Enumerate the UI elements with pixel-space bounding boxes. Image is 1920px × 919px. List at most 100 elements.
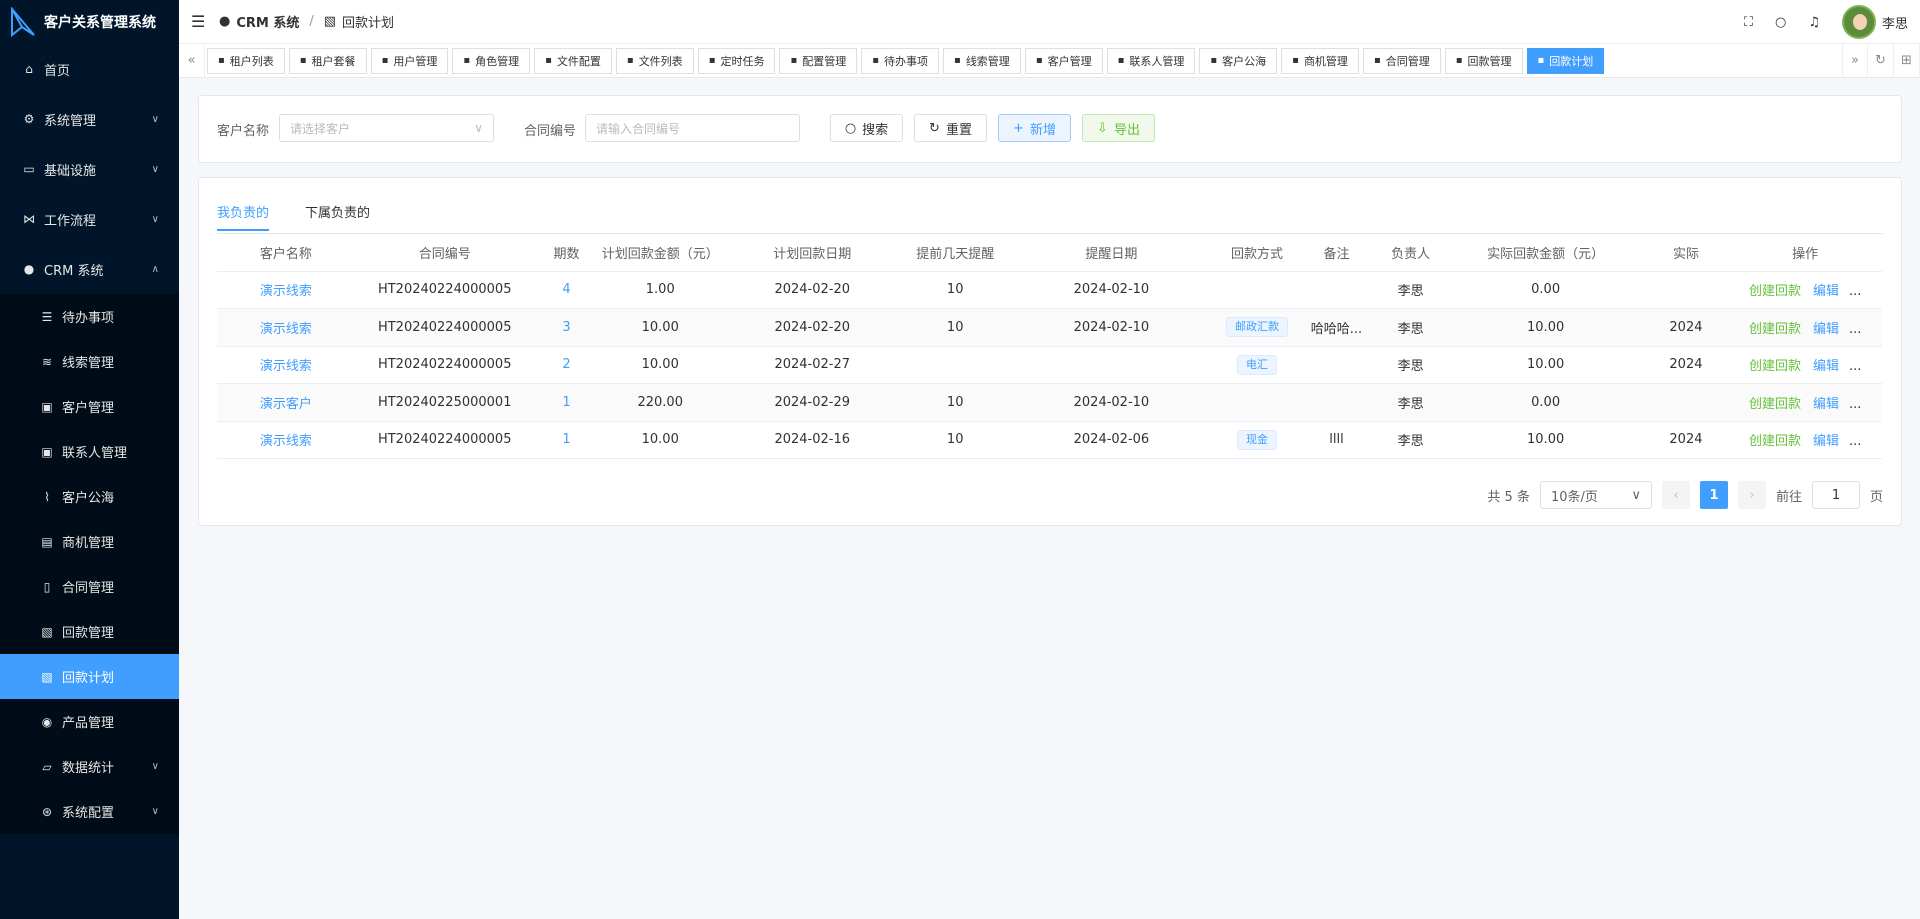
reset-button[interactable]: ↻ 重置 <box>914 114 987 142</box>
tag-5[interactable]: ▪ 文件列表 <box>615 47 694 74</box>
tag-9[interactable]: ▪ 线索管理 <box>943 47 1021 74</box>
fullscreen-icon[interactable]: ⛶ <box>1744 15 1753 30</box>
tag-10[interactable]: ▪ 客户管理 <box>1024 47 1103 74</box>
customer-value[interactable]: 演示线索 <box>260 284 312 299</box>
user-menu[interactable]: 李思 <box>1841 5 1908 39</box>
customer-value[interactable]: 演示线索 <box>260 322 312 337</box>
column-header: 操作 <box>1728 234 1882 272</box>
edit-link[interactable]: 编辑 <box>1813 359 1839 374</box>
table-body: 演示线索 HT20240224000005 4 1.00 2024-02-20 10 202… <box>217 271 1882 459</box>
add-button[interactable]: + 新增 <box>998 114 1071 142</box>
scroll-right-icon[interactable]: » <box>1842 43 1868 78</box>
bell-icon[interactable]: ♫ <box>1808 15 1820 30</box>
sidebar-item-infra[interactable]: ▭ 基础设施 ∨ <box>0 144 179 194</box>
edit-link[interactable]: 编辑 <box>1813 322 1839 337</box>
tag-7[interactable]: ▪ 配置管理 <box>779 47 858 74</box>
tag-15[interactable]: ▪ 回款管理 <box>1444 47 1523 74</box>
customer-select[interactable]: 请选择客户 ∨ <box>279 114 494 142</box>
avatar[interactable] <box>1841 5 1876 39</box>
menu-label: CRM 系统 <box>44 263 104 279</box>
tag-6[interactable]: ▪ 定时任务 <box>697 47 776 74</box>
contract-input[interactable]: 请输入合同编号 <box>585 114 800 142</box>
period-value[interactable]: 1 <box>562 395 570 410</box>
tab-mine[interactable]: 我负责的 <box>217 202 270 231</box>
app-logo[interactable]: 客户关系管理系统 <box>0 0 179 44</box>
customer-value[interactable]: 演示线索 <box>260 434 312 449</box>
create-receivable-link[interactable]: 创建回款 <box>1749 397 1801 412</box>
customer-value[interactable]: 演示线索 <box>260 359 312 374</box>
tag-3[interactable]: ▪ 角色管理 <box>452 47 531 74</box>
next-page-button[interactable]: › <box>1737 481 1766 509</box>
prev-page-button[interactable]: ‹ <box>1661 481 1690 509</box>
tag-2[interactable]: ▪ 用户管理 <box>370 47 449 74</box>
create-receivable-link[interactable]: 创建回款 <box>1749 322 1801 337</box>
sidebar-item-config[interactable]: ⊛ 系统配置 ∨ <box>0 789 179 834</box>
grid-icon[interactable]: ⊞ <box>1894 43 1920 78</box>
page-size-select[interactable]: 10条/页 ∨ <box>1539 481 1652 509</box>
tag-16[interactable]: ▪ 回款计划 <box>1526 47 1605 74</box>
scroll-left-icon[interactable]: « <box>179 43 205 78</box>
tag-8[interactable]: ▪ 待办事项 <box>861 47 940 74</box>
search-button[interactable]: ○ 搜索 <box>830 114 903 142</box>
cell-owner: 李思 <box>1373 346 1448 384</box>
tag-icon: ▪ <box>545 55 552 66</box>
column-header: 提前几天提醒 <box>902 234 1009 272</box>
edit-link[interactable]: 编辑 <box>1813 434 1839 449</box>
tab-subordinate[interactable]: 下属负责的 <box>305 202 370 231</box>
actual-value: 10.00 <box>1527 357 1565 373</box>
contract-placeholder: 请输入合同编号 <box>596 121 681 136</box>
sidebar-item-workflow[interactable]: ⋈ 工作流程 ∨ <box>0 194 179 244</box>
more-actions-icon[interactable]: ... <box>1849 359 1861 374</box>
period-value[interactable]: 4 <box>562 282 570 297</box>
create-receivable-link[interactable]: 创建回款 <box>1749 434 1801 449</box>
cell-amount: 10.00 <box>598 421 723 459</box>
tag-4[interactable]: ▪ 文件配置 <box>534 47 612 74</box>
sidebar-item-todo[interactable]: ☰ 待办事项 <box>0 294 179 339</box>
tag-1[interactable]: ▪ 租户套餐 <box>288 47 367 74</box>
sidebar-item-home[interactable]: ⌂ 首页 <box>0 44 179 94</box>
period-value[interactable]: 2 <box>562 357 570 372</box>
sidebar-item-pool[interactable]: ⌇ 客户公海 <box>0 474 179 519</box>
create-receivable-link[interactable]: 创建回款 <box>1749 284 1801 299</box>
sidebar-item-crm[interactable]: ● CRM 系统 ∧ <box>0 244 179 294</box>
more-actions-icon[interactable]: ... <box>1849 397 1861 412</box>
sidebar-item-receivable-plan[interactable]: ▧ 回款计划 <box>0 654 179 699</box>
sidebar-item-product[interactable]: ◉ 产品管理 <box>0 699 179 744</box>
period-value[interactable]: 1 <box>562 432 570 447</box>
sidebar-item-contacts[interactable]: ▣ 联系人管理 <box>0 429 179 474</box>
sidebar-item-leads[interactable]: ≋ 线索管理 <box>0 339 179 384</box>
more-actions-icon[interactable]: ... <box>1849 322 1861 337</box>
create-receivable-link[interactable]: 创建回款 <box>1749 359 1801 374</box>
goto-page-input[interactable]: 1 <box>1811 481 1860 509</box>
tag-11[interactable]: ▪ 联系人管理 <box>1106 47 1196 74</box>
search-icon[interactable]: ○ <box>1775 15 1786 30</box>
hamburger-icon[interactable]: ☰ <box>191 12 205 31</box>
more-actions-icon[interactable]: ... <box>1849 434 1861 449</box>
breadcrumb-item[interactable]: CRM 系统 <box>236 12 299 31</box>
more-actions-icon[interactable]: ... <box>1849 284 1861 299</box>
tag-13[interactable]: ▪ 商机管理 <box>1281 47 1359 74</box>
edit-link[interactable]: 编辑 <box>1813 284 1839 299</box>
cell-contract: HT20240224000005 <box>354 308 535 347</box>
bus-icon: ▤ <box>41 534 53 549</box>
sidebar-item-opportunity[interactable]: ▤ 商机管理 <box>0 519 179 564</box>
sidebar-item-customers[interactable]: ▣ 客户管理 <box>0 384 179 429</box>
customer-value[interactable]: 演示客户 <box>260 397 312 412</box>
sidebar-item-receivable[interactable]: ▧ 回款管理 <box>0 609 179 654</box>
sidebar-item-contract[interactable]: ▯ 合同管理 <box>0 564 179 609</box>
tag-0[interactable]: ▪ 租户列表 <box>207 47 285 74</box>
menu-label: 产品管理 <box>62 716 115 731</box>
contract-value: HT20240224000005 <box>377 432 512 448</box>
edit-link[interactable]: 编辑 <box>1813 397 1839 412</box>
sidebar-item-statistics[interactable]: ▱ 数据统计 ∨ <box>0 744 179 789</box>
export-button[interactable]: ⇩ 导出 <box>1082 114 1155 142</box>
workflow-icon: ⋈ <box>23 212 35 226</box>
sidebar-item-system[interactable]: ⚙ 系统管理 ∨ <box>0 94 179 144</box>
cell-actual_date <box>1643 383 1729 422</box>
menu-label: 工作流程 <box>44 213 97 229</box>
refresh-icon[interactable]: ↻ <box>1868 43 1894 78</box>
page-number[interactable]: 1 <box>1699 481 1728 509</box>
period-value[interactable]: 3 <box>562 320 570 335</box>
tag-14[interactable]: ▪ 合同管理 <box>1362 47 1441 74</box>
tag-12[interactable]: ▪ 客户公海 <box>1199 47 1278 74</box>
